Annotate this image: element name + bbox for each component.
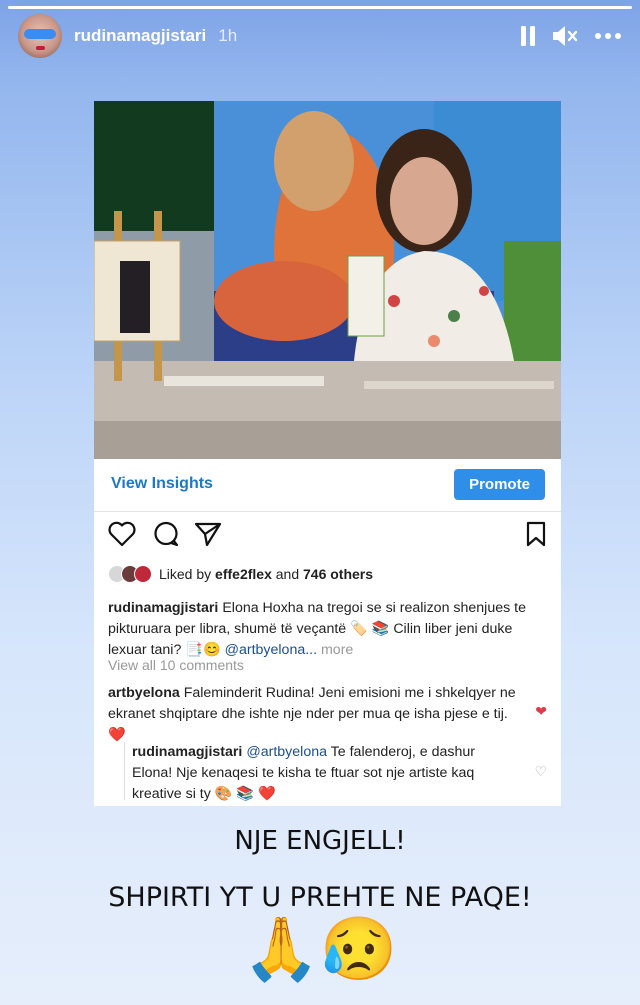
bookmark-icon[interactable]: [525, 521, 547, 552]
shared-post-card[interactable]: View Insights Promote Liked by effe2flex…: [94, 101, 561, 806]
view-all-comments-link[interactable]: View all 10 comments: [108, 657, 244, 673]
mute-icon[interactable]: [552, 25, 578, 47]
reply-mention[interactable]: @artbyelona: [242, 744, 327, 760]
username[interactable]: rudinamagjistari: [74, 26, 206, 46]
story-emoji-sticker: 🙏😥: [242, 915, 398, 984]
story-text-line-1: NJE ENGJELL!: [234, 826, 406, 856]
reply-thread-line: [124, 742, 125, 800]
pause-icon[interactable]: [520, 25, 536, 47]
likes-prefix: Liked by: [159, 566, 216, 582]
story-progress-bar: [8, 6, 632, 9]
likes-count[interactable]: 746 others: [303, 566, 373, 582]
liker-username[interactable]: effe2flex: [215, 566, 272, 582]
story-controls: [520, 25, 622, 47]
avatar-glasses: [24, 29, 56, 39]
reply-username[interactable]: rudinamagjistari: [132, 744, 242, 760]
likes-and: and: [271, 566, 303, 582]
caption-mention[interactable]: @artbyelona...: [225, 642, 317, 658]
story-header: rudinamagjistari 1h: [18, 14, 622, 58]
story-progress-fill: [8, 6, 632, 9]
story-text-line-2: SHPIRTI YT U PREHTE NE PAQE!: [108, 882, 532, 913]
promote-button[interactable]: Promote: [454, 469, 545, 500]
comment-username[interactable]: artbyelona: [108, 685, 180, 701]
heart-icon[interactable]: [108, 521, 136, 552]
caption-more-link[interactable]: more: [317, 642, 353, 658]
post-photo[interactable]: [94, 101, 561, 459]
post-time: 1h: [218, 26, 238, 45]
liker-avatar: [134, 565, 152, 583]
comment: artbyelona Faleminderit Rudina! Jeni emi…: [108, 683, 518, 746]
avatar[interactable]: [18, 14, 62, 58]
post-caption: rudinamagjistari Elona Hoxha na tregoi s…: [108, 598, 550, 661]
likes-row[interactable]: Liked by effe2flex and 746 others: [108, 565, 373, 583]
insights-row: View Insights Promote: [94, 459, 561, 512]
reply-like-heart-icon[interactable]: ♡: [534, 763, 547, 780]
share-icon[interactable]: [194, 521, 222, 552]
comment-reply: rudinamagjistari @artbyelona Te falender…: [132, 742, 512, 805]
caption-username[interactable]: rudinamagjistari: [108, 600, 218, 616]
view-insights-link[interactable]: View Insights: [111, 475, 213, 493]
more-icon[interactable]: [594, 32, 622, 40]
comment-like-heart-icon[interactable]: ❤: [535, 703, 547, 720]
likes-text: Liked by effe2flex and 746 others: [159, 566, 373, 582]
post-actions: [108, 521, 547, 553]
comment-icon[interactable]: [152, 521, 180, 552]
avatar-lips: [36, 46, 45, 50]
